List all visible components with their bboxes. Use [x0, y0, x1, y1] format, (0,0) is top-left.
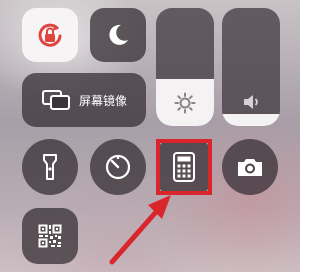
- flashlight-icon: [43, 154, 57, 180]
- qr-code-icon: [38, 224, 62, 248]
- volume-level-fill: [222, 114, 280, 126]
- brightness-slider[interactable]: [156, 8, 214, 126]
- moon-icon: [109, 24, 128, 45]
- qr-scanner-button[interactable]: [22, 208, 78, 264]
- speaker-icon: [244, 95, 258, 109]
- do-not-disturb-toggle[interactable]: [90, 8, 146, 62]
- volume-slider[interactable]: [222, 8, 280, 126]
- screen-mirroring-icon: [41, 90, 70, 110]
- camera-button[interactable]: [222, 139, 278, 195]
- control-center-panel: 屏幕镜像: [0, 0, 300, 272]
- screen-mirroring-button[interactable]: 屏幕镜像: [22, 73, 146, 127]
- rotation-lock-icon: [38, 23, 62, 47]
- calculator-highlight-box: [156, 139, 212, 195]
- screen-mirroring-label: 屏幕镜像: [78, 93, 127, 108]
- sun-icon: [174, 92, 196, 114]
- camera-icon: [238, 159, 262, 176]
- timer-icon: [105, 154, 131, 180]
- timer-button[interactable]: [90, 139, 146, 195]
- rotation-lock-toggle[interactable]: [22, 8, 78, 62]
- flashlight-button[interactable]: [22, 139, 78, 195]
